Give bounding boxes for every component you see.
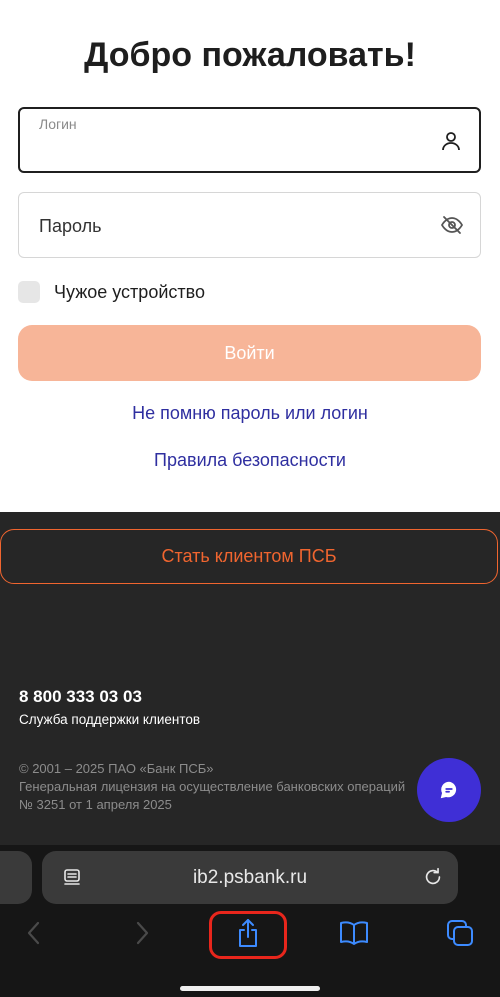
foreign-device-row[interactable]: Чужое устройство (18, 280, 205, 304)
become-client-button[interactable]: Стать клиентом ПСБ (0, 529, 498, 584)
chat-button[interactable] (417, 758, 481, 822)
password-placeholder: Пароль (39, 216, 102, 236)
browser-chrome: ib2.psbank.ru (0, 845, 500, 997)
back-button[interactable] (14, 917, 54, 949)
book-icon (340, 921, 368, 945)
license-text: Генеральная лицензия на осуществление ба… (19, 779, 406, 812)
foreign-device-checkbox[interactable] (18, 281, 40, 303)
page-title: Добро пожаловать! (84, 36, 416, 74)
security-rules-link[interactable]: Правила безопасности (0, 450, 500, 471)
page-footer: Стать клиентом ПСБ 8 800 333 03 03 Служб… (0, 512, 500, 845)
chevron-right-icon (136, 921, 149, 945)
login-card: Добро пожаловать! Логин Пароль Чужое уст… (0, 0, 500, 512)
bookmarks-button[interactable] (334, 917, 374, 949)
share-highlight-marker (209, 911, 287, 959)
forward-button[interactable] (122, 917, 162, 949)
tabs-button[interactable] (440, 917, 480, 949)
foreign-device-label: Чужое устройство (54, 281, 205, 302)
login-button[interactable]: Войти (18, 325, 481, 381)
address-bar[interactable]: ib2.psbank.ru (42, 851, 458, 904)
support-phone[interactable]: 8 800 333 03 03 (19, 687, 142, 707)
password-field[interactable]: Пароль (18, 192, 481, 258)
chevron-left-icon (27, 921, 40, 945)
previous-tab-bar[interactable] (0, 851, 32, 904)
home-indicator[interactable] (180, 986, 320, 991)
copyright-text: © 2001 – 2025 ПАО «Банк ПСБ» (19, 761, 214, 776)
reload-icon[interactable] (422, 866, 444, 888)
eye-off-icon[interactable] (440, 213, 464, 237)
tabs-icon (447, 920, 473, 946)
forgot-credentials-link[interactable]: Не помню пароль или логин (0, 403, 500, 424)
support-caption: Служба поддержки клиентов (19, 712, 201, 727)
person-icon (442, 132, 460, 151)
legal-info: © 2001 – 2025 ПАО «Банк ПСБ» Генеральная… (19, 760, 409, 814)
url-text: ib2.psbank.ru (192, 867, 308, 888)
chat-icon (440, 781, 457, 799)
login-label: Логин (39, 116, 77, 132)
login-field[interactable]: Логин (18, 107, 481, 173)
